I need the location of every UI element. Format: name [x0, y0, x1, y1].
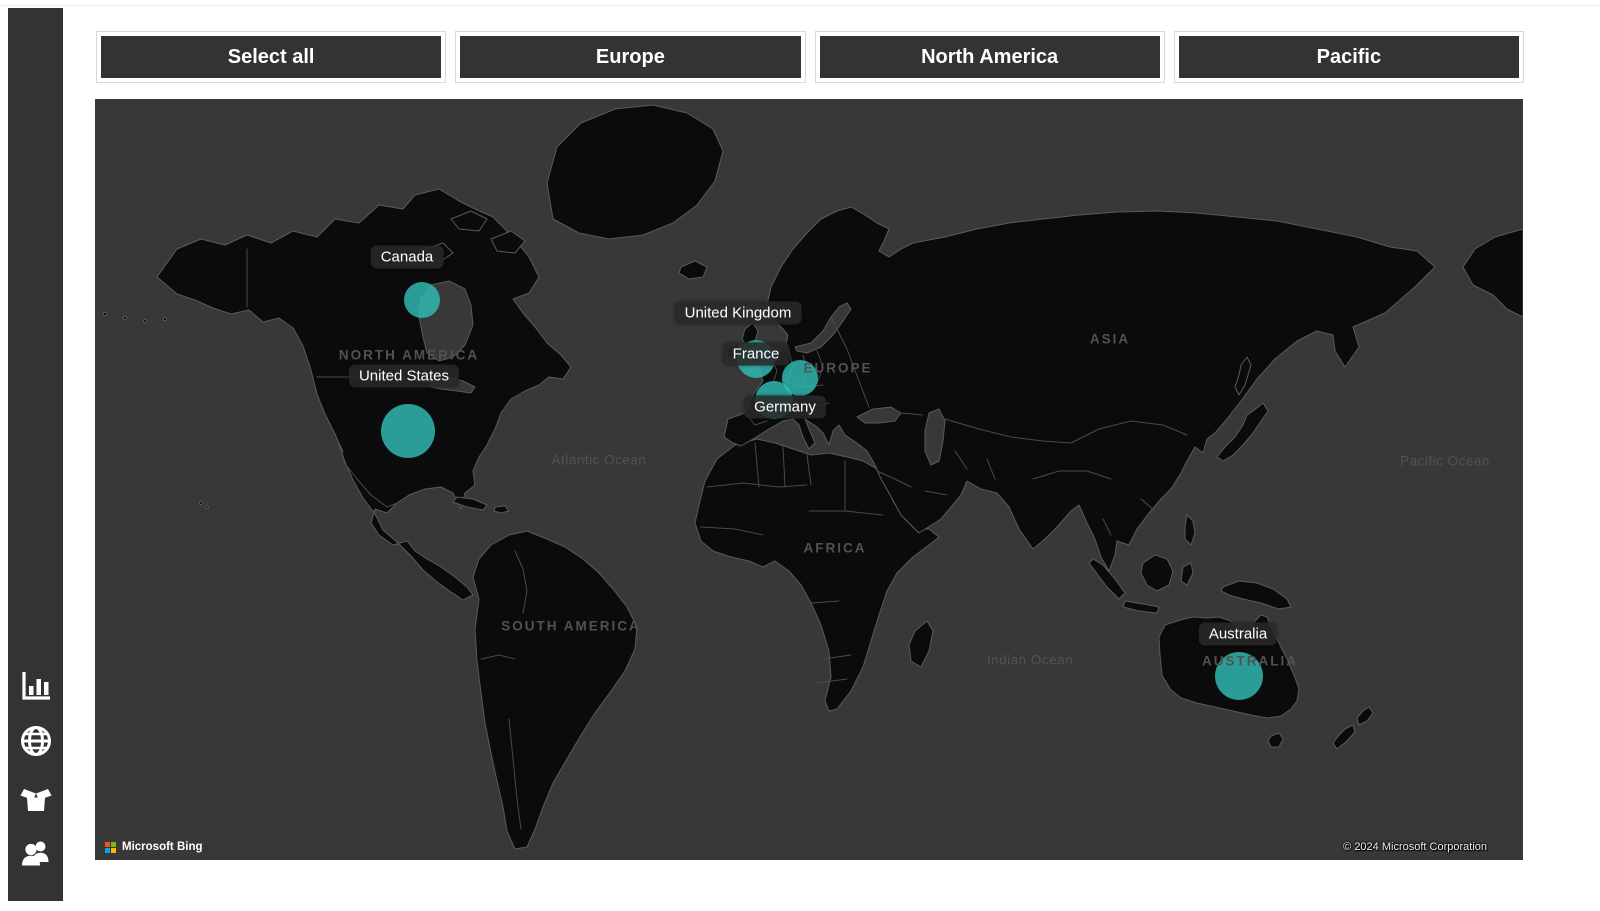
- bing-attribution: Microsoft Bing: [105, 841, 203, 853]
- package-icon[interactable]: [14, 774, 58, 818]
- bar-chart-icon[interactable]: [14, 664, 58, 708]
- slicer-button-select-all[interactable]: Select all: [96, 31, 446, 83]
- map-bubble-france[interactable]: [755, 381, 793, 419]
- map-bubble-united-states[interactable]: [381, 404, 435, 458]
- region-slicer: Select all Europe North America Pacific: [96, 31, 1524, 83]
- slicer-button-label: Pacific: [1179, 36, 1519, 78]
- slicer-button-label: North America: [820, 36, 1160, 78]
- slicer-button-label: Select all: [101, 36, 441, 78]
- world-map-svg: [95, 99, 1523, 860]
- map-bubble-australia[interactable]: [1215, 652, 1263, 700]
- slicer-button-north-america[interactable]: North America: [815, 31, 1165, 83]
- slicer-button-europe[interactable]: Europe: [455, 31, 805, 83]
- report-page: Select all Europe North America Pacific: [0, 0, 1600, 911]
- globe-icon[interactable]: [14, 719, 58, 763]
- people-icon[interactable]: [14, 829, 58, 873]
- canvas-top-rule: [0, 5, 1600, 6]
- map-bubble-canada[interactable]: [404, 282, 440, 318]
- map-bubble-united-kingdom[interactable]: [737, 340, 775, 378]
- slicer-button-pacific[interactable]: Pacific: [1174, 31, 1524, 83]
- microsoft-logo-icon: [105, 842, 116, 853]
- bing-provider-label: Microsoft Bing: [122, 841, 203, 853]
- nav-sidebar: [8, 8, 63, 901]
- bubble-map[interactable]: Microsoft Bing © 2024 Microsoft Corporat…: [95, 99, 1523, 860]
- slicer-button-label: Europe: [460, 36, 800, 78]
- map-copyright: © 2024 Microsoft Corporation: [1343, 841, 1487, 853]
